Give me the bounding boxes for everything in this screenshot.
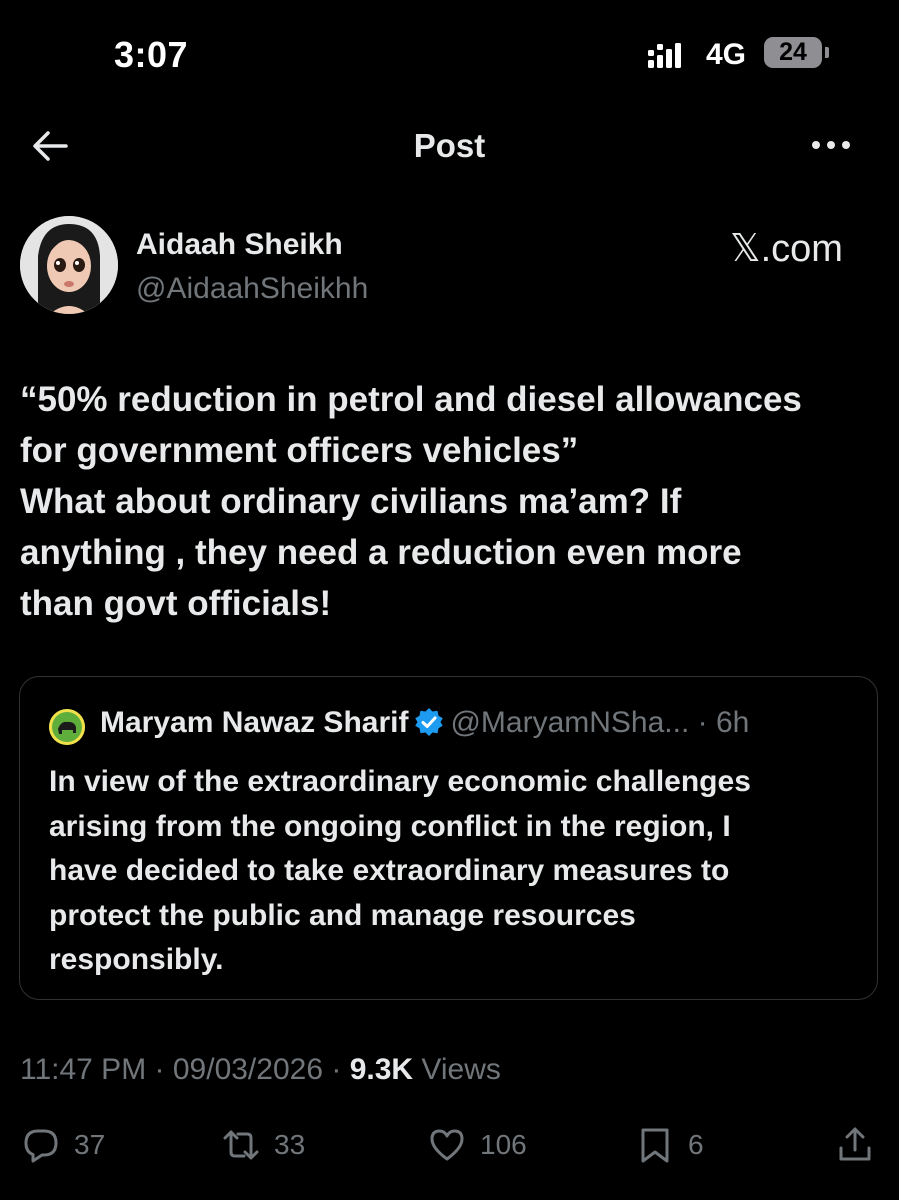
post-line: for government officers vehicles” — [20, 431, 579, 470]
quote-text: In view of the extraordinary economic ch… — [49, 760, 859, 983]
bookmark-icon — [641, 1128, 669, 1163]
quote-line: have decided to take extraordinary measu… — [49, 854, 730, 887]
quote-header: Maryam Nawaz Sharif @MaryamNSha... · 6h — [100, 706, 749, 740]
post-meta: 11:47 PM · 09/03/2026 · 9.3K Views — [20, 1053, 501, 1087]
watermark-brand: 𝕏.com — [730, 228, 843, 270]
post-line: than govt officials! — [20, 584, 332, 623]
quote-line: protect the public and manage resources — [49, 898, 636, 932]
battery-level: 24 — [779, 38, 807, 66]
views-label: Views — [413, 1053, 501, 1086]
avatar-illustration-icon — [20, 216, 118, 314]
like-count: 106 — [480, 1129, 527, 1160]
quote-author-name[interactable]: Maryam Nawaz Sharif — [100, 706, 408, 739]
share-icon — [839, 1127, 871, 1161]
status-time: 3:07 — [114, 34, 189, 75]
avatar[interactable] — [20, 216, 118, 314]
signal-icon — [648, 43, 681, 68]
post-line: “50% reduction in petrol and diesel allo… — [20, 380, 802, 419]
repost-button[interactable]: 33 — [222, 1125, 305, 1165]
post-time: 11:47 PM — [20, 1053, 147, 1086]
post-line: What about ordinary civilians ma’am? If — [20, 482, 682, 521]
author-handle[interactable]: @AidaahSheikhh — [136, 272, 368, 306]
more-options-icon[interactable] — [808, 132, 854, 158]
bookmark-count: 6 — [688, 1129, 704, 1160]
meta-separator: · — [146, 1053, 173, 1086]
post-text: “50% reduction in petrol and diesel allo… — [20, 374, 890, 629]
reply-count: 37 — [74, 1129, 106, 1160]
verified-badge-icon — [415, 708, 444, 736]
reply-icon — [24, 1129, 58, 1163]
heart-icon — [430, 1129, 464, 1161]
page-title: Post — [413, 127, 486, 164]
quote-author-handle: @MaryamNSha... — [450, 706, 690, 739]
battery-icon: 24 — [764, 37, 830, 70]
views-count[interactable]: 9.3K — [350, 1053, 413, 1086]
meta-separator: · — [323, 1053, 350, 1086]
quote-separator: · — [689, 706, 716, 739]
quote-timestamp: 6h — [715, 706, 750, 739]
reply-button[interactable]: 37 — [22, 1125, 105, 1165]
author-name[interactable]: Aidaah Sheikh — [136, 228, 343, 262]
quote-line: arising from the ongoing conflict in the… — [49, 809, 731, 843]
share-button[interactable] — [836, 1125, 874, 1165]
repost-icon — [223, 1130, 259, 1160]
bookmark-button[interactable]: 6 — [636, 1125, 704, 1165]
post-line: anything , they need a reduction even mo… — [20, 533, 742, 572]
like-button[interactable]: 106 — [428, 1125, 527, 1165]
post-date: 09/03/2026 — [172, 1053, 324, 1086]
network-type: 4G — [706, 38, 747, 71]
quote-line: responsibly. — [49, 943, 224, 976]
quote-line: In view of the extraordinary economic ch… — [49, 765, 751, 798]
quote-avatar — [49, 709, 85, 745]
repost-count: 33 — [274, 1129, 306, 1160]
party-logo-icon — [49, 709, 85, 745]
